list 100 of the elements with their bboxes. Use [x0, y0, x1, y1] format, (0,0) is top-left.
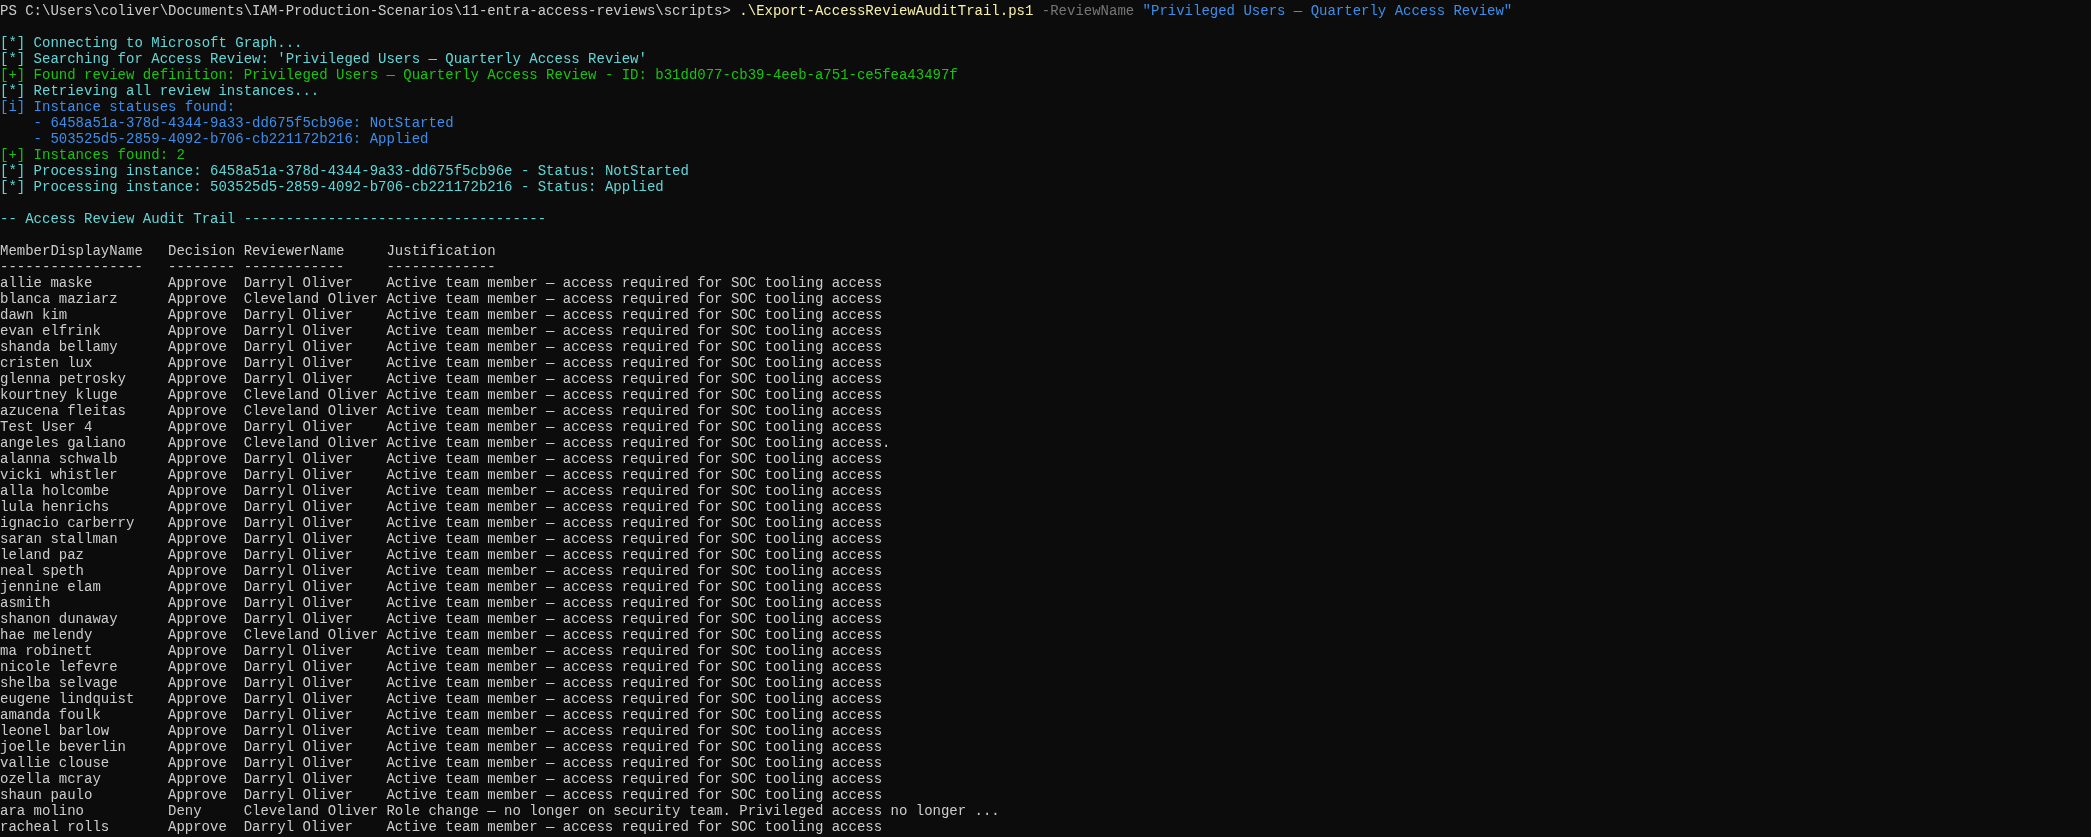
table-cell: Cleveland Oliver	[243, 291, 379, 307]
table-cell: Approve	[168, 451, 227, 467]
table-cell: Active team member — access required for SOC tooling access	[386, 291, 883, 307]
table-cell: ozella mcray	[0, 771, 101, 787]
table-cell: Darryl Oliver	[243, 419, 353, 435]
table-cell: Darryl Oliver	[243, 787, 353, 803]
table-cell: Darryl Oliver	[243, 451, 353, 467]
table-cell: Active team member — access required for SOC tooling access	[386, 771, 883, 787]
table-cell: blanca maziarz	[0, 291, 118, 307]
column-header: ReviewerName	[243, 243, 345, 259]
header-underline: -----------------	[0, 259, 143, 275]
table-cell: Darryl Oliver	[243, 643, 353, 659]
table-cell: Active team member — access required for SOC tooling access	[386, 627, 883, 643]
table-cell: Approve	[168, 739, 227, 755]
table-cell: Approve	[168, 627, 227, 643]
table-cell: Approve	[168, 579, 227, 595]
table-cell: Darryl Oliver	[243, 819, 353, 835]
table-cell: Cleveland Oliver	[243, 627, 379, 643]
table-cell: Approve	[168, 707, 227, 723]
table-cell: Role change — no longer on security team. Privileged access no longer ...	[386, 803, 1000, 819]
table-cell: shanon dunaway	[0, 611, 118, 627]
table-cell: ma robinett	[0, 643, 93, 659]
table-cell: Darryl Oliver	[243, 691, 353, 707]
table-title: -- Access Review Audit Trail ------------------------------------	[0, 211, 547, 227]
output-line: [*] Retrieving all review instances...	[0, 83, 320, 99]
output-line: [*] Processing instance: 6458a51a-378d-4344-9a33-dd675f5cb96e - Status: NotStarted	[0, 163, 689, 179]
table-cell: Active team member — access required for SOC tooling access	[386, 787, 883, 803]
table-cell: dawn kim	[0, 307, 68, 323]
table-cell: Active team member — access required for SOC tooling access	[386, 707, 883, 723]
table-cell: Darryl Oliver	[243, 371, 353, 387]
table-cell: Approve	[168, 307, 227, 323]
table-cell: Cleveland Oliver	[243, 403, 379, 419]
table-cell: Approve	[168, 563, 227, 579]
table-cell: Approve	[168, 755, 227, 771]
table-cell: Approve	[168, 355, 227, 371]
table-cell: Darryl Oliver	[243, 323, 353, 339]
table-cell: alla holcombe	[0, 483, 110, 499]
column-header: Justification	[386, 243, 496, 259]
table-cell: amanda foulk	[0, 707, 101, 723]
table-cell: Active team member — access required for SOC tooling access	[386, 499, 883, 515]
table-cell: Active team member — access required for SOC tooling access	[386, 675, 883, 691]
table-cell: angeles galiano	[0, 435, 127, 451]
table-cell: ignacio carberry	[0, 515, 135, 531]
table-cell: Active team member — access required for SOC tooling access	[386, 403, 883, 419]
table-cell: Active team member — access required for SOC tooling access	[386, 595, 883, 611]
table-cell: Darryl Oliver	[243, 531, 353, 547]
table-cell: Active team member — access required for SOC tooling access	[386, 531, 883, 547]
table-cell: Darryl Oliver	[243, 595, 353, 611]
table-cell: nicole lefevre	[0, 659, 118, 675]
table-cell: Approve	[168, 659, 227, 675]
table-cell: Darryl Oliver	[243, 499, 353, 515]
table-cell: Darryl Oliver	[243, 659, 353, 675]
table-cell: shanda bellamy	[0, 339, 118, 355]
table-cell: Cleveland Oliver	[243, 803, 379, 819]
table-cell: Cleveland Oliver	[243, 435, 379, 451]
table-cell: Active team member — access required for SOC tooling access	[386, 611, 883, 627]
table-cell: Approve	[168, 499, 227, 515]
table-cell: Active team member — access required for SOC tooling access	[386, 451, 883, 467]
table-cell: ara molino	[0, 803, 84, 819]
table-cell: Darryl Oliver	[243, 707, 353, 723]
column-header: Decision	[168, 243, 236, 259]
table-cell: Darryl Oliver	[243, 355, 353, 371]
table-cell: Approve	[168, 371, 227, 387]
table-cell: Approve	[168, 483, 227, 499]
output-line: [*] Processing instance: 503525d5-2859-4092-b706-cb221172b216 - Status: Applied	[0, 179, 664, 195]
table-cell: Approve	[168, 675, 227, 691]
table-cell: Cleveland Oliver	[243, 387, 379, 403]
table-cell: Darryl Oliver	[243, 579, 353, 595]
table-cell: vicki whistler	[0, 467, 118, 483]
table-cell: Active team member — access required for SOC tooling access	[386, 547, 883, 563]
table-cell: Active team member — access required for SOC tooling access	[386, 755, 883, 771]
table-cell: Darryl Oliver	[243, 739, 353, 755]
table-cell: evan elfrink	[0, 323, 101, 339]
table-cell: Active team member — access required for SOC tooling access	[386, 371, 883, 387]
output-line: [*] Searching for Access Review: 'Privileged Users — Quarterly Access Review'	[0, 51, 647, 67]
table-cell: Approve	[168, 611, 227, 627]
table-cell: Darryl Oliver	[243, 723, 353, 739]
output-line: - 6458a51a-378d-4344-9a33-dd675f5cb96e: NotStarted	[33, 115, 454, 131]
table-cell: Active team member — access required for SOC tooling access	[386, 323, 883, 339]
table-cell: Deny	[168, 803, 202, 819]
table-cell: Approve	[168, 435, 227, 451]
header-underline: -------------	[386, 259, 496, 275]
table-cell: allie maske	[0, 275, 93, 291]
table-cell: Darryl Oliver	[243, 675, 353, 691]
table-cell: Darryl Oliver	[243, 483, 353, 499]
table-cell: Approve	[168, 291, 227, 307]
table-cell: Approve	[168, 595, 227, 611]
table-cell: Approve	[168, 275, 227, 291]
table-cell: Approve	[168, 819, 227, 835]
table-cell: Active team member — access required for SOC tooling access.	[386, 435, 891, 451]
table-cell: Darryl Oliver	[243, 307, 353, 323]
table-cell: Approve	[168, 419, 227, 435]
table-cell: Darryl Oliver	[243, 771, 353, 787]
table-cell: racheal rolls	[0, 819, 110, 835]
table-cell: Darryl Oliver	[243, 339, 353, 355]
table-cell: Active team member — access required for SOC tooling access	[386, 275, 883, 291]
table-cell: Darryl Oliver	[243, 275, 353, 291]
table-cell: Active team member — access required for SOC tooling access	[386, 579, 883, 595]
table-cell: alanna schwalb	[0, 451, 118, 467]
table-cell: glenna petrosky	[0, 371, 127, 387]
